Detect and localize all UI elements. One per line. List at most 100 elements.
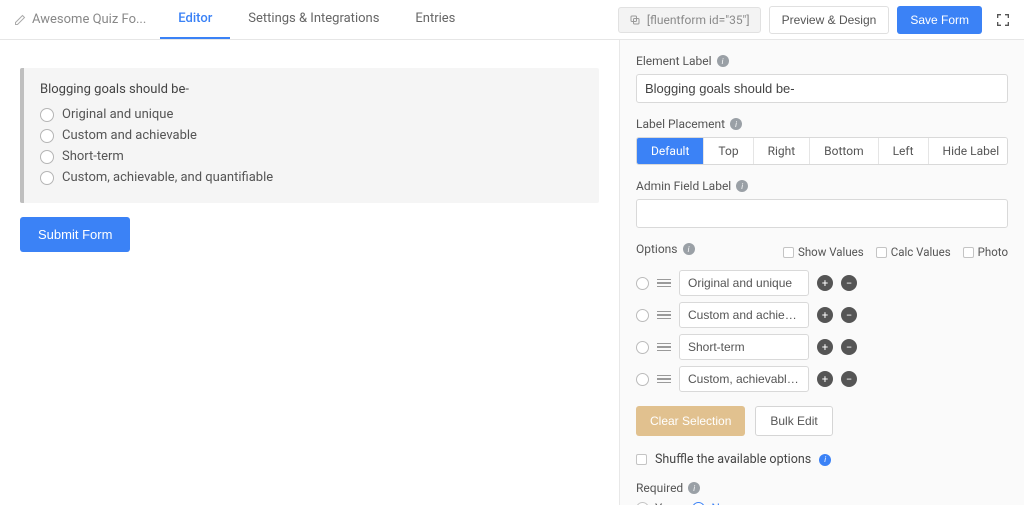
option-row: + −: [636, 302, 1008, 328]
drag-handle-icon[interactable]: [657, 375, 671, 384]
required-title: Required i: [636, 481, 1008, 495]
placement-top[interactable]: Top: [704, 138, 753, 164]
placement-bottom[interactable]: Bottom: [810, 138, 878, 164]
checkbox-icon: [783, 247, 794, 258]
option-radio[interactable]: [636, 277, 649, 290]
radio-icon: [636, 502, 649, 505]
remove-option-button[interactable]: −: [841, 371, 857, 387]
info-icon[interactable]: i: [736, 180, 748, 192]
option-row: + −: [636, 366, 1008, 392]
main: Blogging goals should be- Original and u…: [0, 40, 1024, 505]
options-toggles: Show Values Calc Values Photo: [783, 245, 1008, 259]
form-title-text: Awesome Quiz Fo...: [32, 12, 146, 27]
tab-editor[interactable]: Editor: [160, 0, 230, 39]
option-radio[interactable]: [636, 373, 649, 386]
remove-option-button[interactable]: −: [841, 339, 857, 355]
field-card-radio[interactable]: Blogging goals should be- Original and u…: [20, 68, 599, 203]
info-icon[interactable]: i: [717, 55, 729, 67]
add-option-button[interactable]: +: [817, 371, 833, 387]
admin-label-title: Admin Field Label i: [636, 179, 1008, 193]
save-form-button[interactable]: Save Form: [897, 6, 982, 34]
radio-icon: [40, 150, 54, 164]
radio-option[interactable]: Original and unique: [40, 107, 583, 122]
options-header: Options i Show Values Calc Values Photo: [636, 242, 1008, 262]
tab-settings[interactable]: Settings & Integrations: [230, 0, 397, 39]
drag-handle-icon[interactable]: [657, 343, 671, 352]
calc-values-toggle[interactable]: Calc Values: [876, 245, 951, 259]
radio-text: Custom, achievable, and quantifiable: [62, 170, 273, 185]
form-title[interactable]: Awesome Quiz Fo...: [0, 12, 160, 27]
radio-text: Custom and achievable: [62, 128, 197, 143]
option-input[interactable]: [679, 270, 809, 296]
label-text: Required: [636, 481, 683, 495]
submit-button[interactable]: Submit Form: [20, 217, 130, 252]
label-placement-title: Label Placement i: [636, 117, 1008, 131]
tab-entries[interactable]: Entries: [397, 0, 473, 39]
add-option-button[interactable]: +: [817, 339, 833, 355]
option-actions: Clear Selection Bulk Edit: [636, 406, 1008, 436]
shuffle-toggle[interactable]: Shuffle the available options i: [636, 452, 1008, 467]
label-text: No: [711, 501, 726, 505]
form-canvas: Blogging goals should be- Original and u…: [0, 40, 619, 505]
option-input[interactable]: [679, 302, 809, 328]
copy-icon: [629, 14, 641, 26]
info-icon[interactable]: i: [688, 482, 700, 494]
label-text: Yes: [655, 501, 674, 505]
fullscreen-button[interactable]: [990, 7, 1016, 33]
radio-icon: [40, 129, 54, 143]
element-label-input[interactable]: [636, 74, 1008, 103]
option-row: + −: [636, 270, 1008, 296]
required-yes[interactable]: Yes: [636, 501, 674, 505]
add-option-button[interactable]: +: [817, 275, 833, 291]
label-text: Element Label: [636, 54, 712, 68]
bulk-edit-button[interactable]: Bulk Edit: [755, 406, 832, 436]
radio-icon: [40, 171, 54, 185]
radio-option[interactable]: Custom and achievable: [40, 128, 583, 143]
radio-icon: [40, 108, 54, 122]
options-group: Options i Show Values Calc Values Photo …: [636, 242, 1008, 505]
clear-selection-button[interactable]: Clear Selection: [636, 406, 745, 436]
add-option-button[interactable]: +: [817, 307, 833, 323]
placement-default[interactable]: Default: [637, 138, 704, 164]
photo-toggle[interactable]: Photo: [963, 245, 1008, 259]
label-text: Admin Field Label: [636, 179, 731, 193]
option-radio[interactable]: [636, 341, 649, 354]
shortcode-pill[interactable]: [fluentform id="35"]: [618, 7, 761, 33]
remove-option-button[interactable]: −: [841, 307, 857, 323]
show-values-toggle[interactable]: Show Values: [783, 245, 864, 259]
remove-option-button[interactable]: −: [841, 275, 857, 291]
element-label-group: Element Label i: [636, 54, 1008, 103]
topbar: Awesome Quiz Fo... Editor Settings & Int…: [0, 0, 1024, 40]
checkbox-icon: [876, 247, 887, 258]
drag-handle-icon[interactable]: [657, 279, 671, 288]
option-input[interactable]: [679, 334, 809, 360]
admin-label-input[interactable]: [636, 199, 1008, 228]
required-no[interactable]: No: [692, 501, 726, 505]
placement-left[interactable]: Left: [879, 138, 929, 164]
element-label-title: Element Label i: [636, 54, 1008, 68]
field-label: Blogging goals should be-: [40, 82, 583, 97]
label-text: Label Placement: [636, 117, 725, 131]
drag-handle-icon[interactable]: [657, 311, 671, 320]
placement-hide[interactable]: Hide Label: [929, 138, 1008, 164]
shortcode-text: [fluentform id="35"]: [647, 13, 750, 27]
info-icon[interactable]: i: [683, 243, 695, 255]
preview-design-button[interactable]: Preview & Design: [769, 6, 890, 34]
option-row: + −: [636, 334, 1008, 360]
option-input[interactable]: [679, 366, 809, 392]
topbar-left: Awesome Quiz Fo... Editor Settings & Int…: [0, 0, 473, 39]
header-tabs: Editor Settings & Integrations Entries: [160, 0, 473, 39]
fullscreen-icon: [995, 12, 1011, 28]
label-text: Calc Values: [891, 245, 951, 259]
options-title: Options i: [636, 242, 695, 256]
label-text: Show Values: [798, 245, 864, 259]
info-icon[interactable]: i: [819, 454, 831, 466]
placement-right[interactable]: Right: [754, 138, 811, 164]
radio-option[interactable]: Custom, achievable, and quantifiable: [40, 170, 583, 185]
label-placement-group: Label Placement i Default Top Right Bott…: [636, 117, 1008, 165]
required-group: Required i Yes No: [636, 481, 1008, 505]
radio-option[interactable]: Short-term: [40, 149, 583, 164]
label-text: Options: [636, 242, 678, 256]
info-icon[interactable]: i: [730, 118, 742, 130]
option-radio[interactable]: [636, 309, 649, 322]
